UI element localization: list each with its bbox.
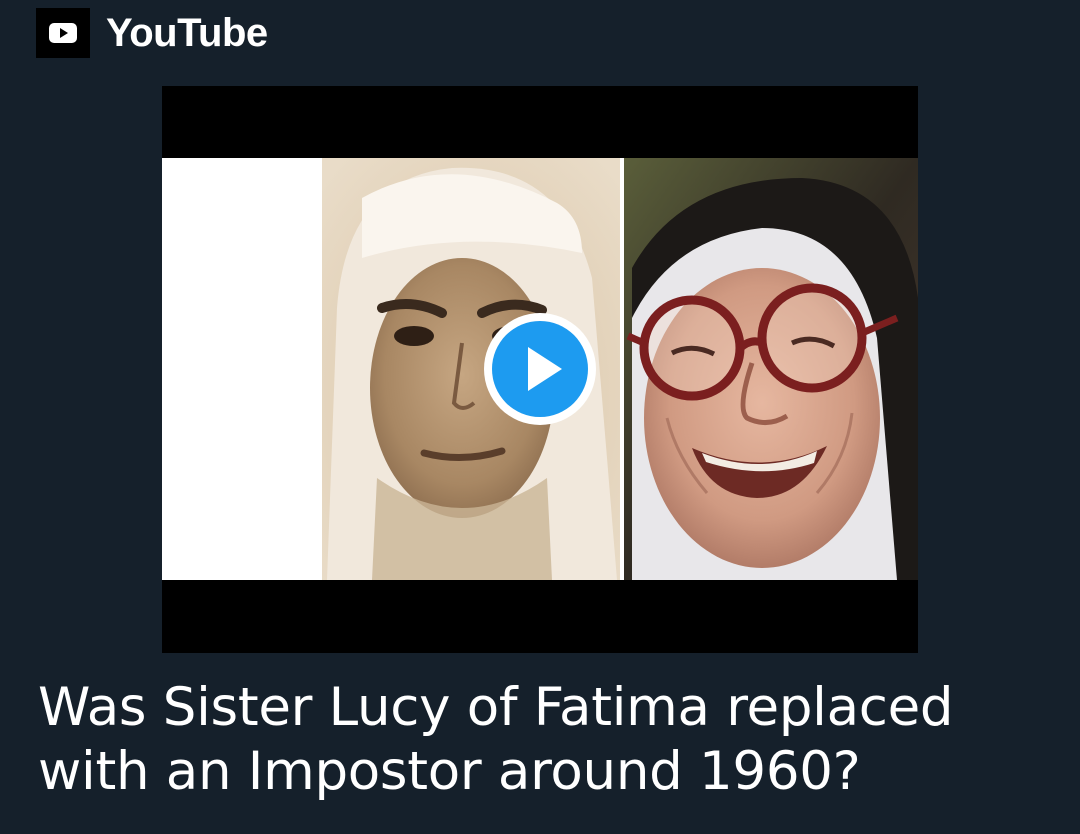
video-thumbnail[interactable]: [162, 86, 918, 653]
card-title[interactable]: Was Sister Lucy of Fatima replaced with …: [38, 676, 1048, 804]
play-icon: [484, 313, 596, 425]
link-card-header[interactable]: YouTube: [36, 8, 268, 58]
source-label: YouTube: [106, 10, 268, 55]
youtube-play-icon: [36, 8, 90, 58]
play-button[interactable]: [482, 311, 598, 427]
